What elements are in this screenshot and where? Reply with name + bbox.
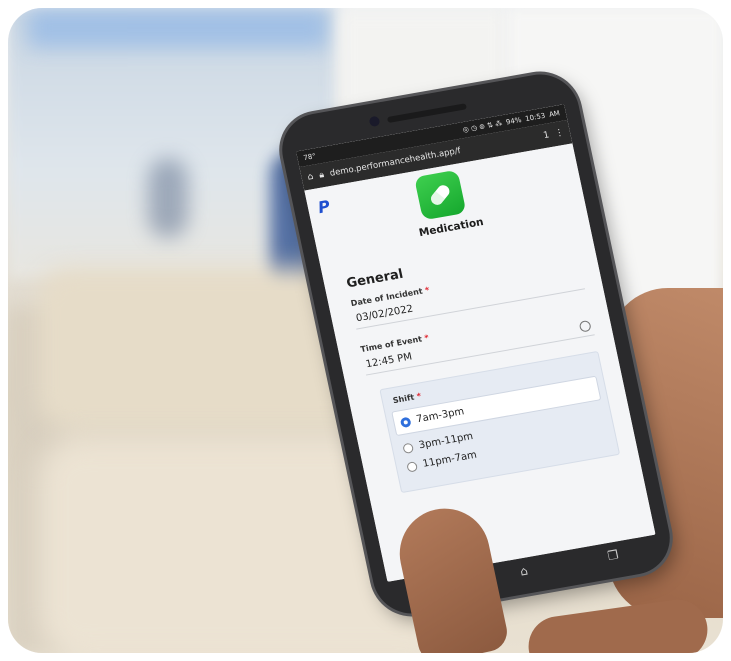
radio-icon[interactable]	[406, 460, 419, 473]
radio-icon[interactable]	[402, 442, 415, 454]
hand-fingers-bottom	[524, 595, 712, 653]
medication-app-icon	[413, 169, 467, 221]
lock-icon: 🔒︎	[318, 169, 325, 181]
brand-logo[interactable]: P	[316, 197, 332, 218]
battery-level: 94%	[505, 115, 523, 127]
clock-ampm: AM	[548, 109, 561, 119]
shift-group: Shift * 7am-3pm 3pm-11pm 11pm-7am	[379, 350, 621, 494]
photo: 78° ◎ ◷ ⊚ ⇅ ⁂ 94% 10:53 AM ⌂ 🔒︎ demo.per…	[8, 8, 723, 653]
more-vertical-icon[interactable]: ⋮	[554, 127, 565, 138]
pill-icon	[428, 182, 452, 208]
earpiece	[386, 103, 467, 124]
home-icon[interactable]: ⌂	[307, 171, 315, 182]
clock: 10:53	[524, 111, 547, 124]
incident-form: General Date of Incident * 03/02/2022 Ti…	[345, 236, 621, 494]
front-camera	[368, 115, 381, 128]
radio-selected-icon[interactable]	[399, 416, 412, 428]
temperature-readout: 78°	[302, 152, 317, 163]
home-icon[interactable]: ⌂	[519, 563, 529, 578]
recents-icon[interactable]: ❐	[606, 548, 620, 564]
tab-count-button[interactable]: 1	[542, 130, 550, 141]
background-person-blurred	[148, 158, 188, 238]
background-ceiling-light	[28, 8, 328, 48]
clock-icon[interactable]	[578, 319, 592, 333]
